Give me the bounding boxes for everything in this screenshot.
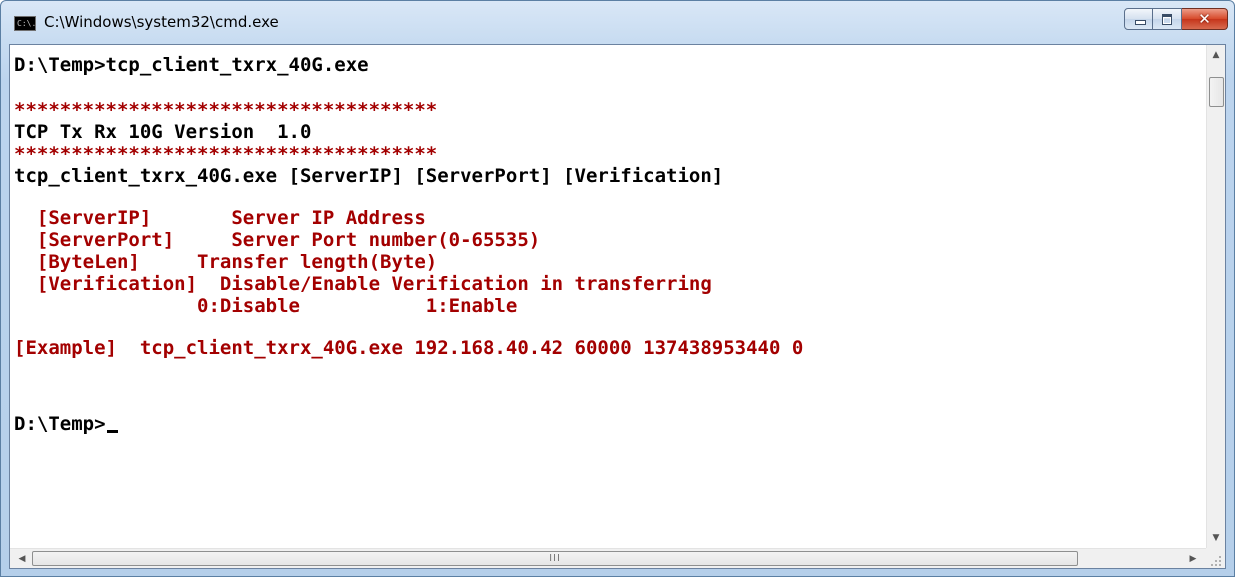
horizontal-scrollbar[interactable]: ◀ III ▶ — [10, 548, 1206, 568]
minimize-button[interactable] — [1124, 8, 1153, 30]
console-line: [Verification] Disable/Enable Verificati… — [14, 273, 712, 295]
console-line: [Example] tcp_client_txrx_40G.exe 192.16… — [14, 337, 804, 359]
cmd-app-icon[interactable]: C:\. — [14, 16, 36, 31]
title-bar[interactable]: C:\. C:\Windows\system32\cmd.exe ✕ — [1, 1, 1234, 44]
close-button[interactable]: ✕ — [1182, 8, 1228, 30]
scroll-right-arrow-icon[interactable]: ▶ — [1188, 554, 1198, 564]
vertical-scroll-thumb[interactable] — [1209, 77, 1224, 107]
scroll-left-arrow-icon[interactable]: ◀ — [17, 554, 27, 564]
text-cursor — [106, 430, 118, 433]
scroll-up-arrow-icon[interactable]: ▲ — [1211, 50, 1221, 60]
maximize-icon — [1162, 14, 1172, 25]
minimize-icon — [1135, 20, 1146, 25]
caption-buttons: ✕ — [1124, 8, 1228, 30]
scroll-down-arrow-icon[interactable]: ▼ — [1211, 533, 1221, 543]
console-line: ************************************* — [14, 99, 438, 121]
console-prompt: D:\Temp> — [14, 413, 106, 435]
console-prompt-line: D:\Temp> — [14, 413, 118, 435]
console-line: [ServerIP] Server IP Address — [14, 207, 426, 229]
maximize-button[interactable] — [1153, 8, 1182, 30]
console-client-area: D:\Temp>tcp_client_txrx_40G.exe ********… — [9, 44, 1226, 569]
vertical-scrollbar[interactable]: ▲ ▼ — [1206, 45, 1225, 548]
window-title: C:\Windows\system32\cmd.exe — [44, 13, 279, 31]
console-line: tcp_client_txrx_40G.exe [ServerIP] [Serv… — [14, 165, 724, 187]
console-line: 0:Disable 1:Enable — [14, 295, 518, 317]
console-line: D:\Temp>tcp_client_txrx_40G.exe — [14, 54, 369, 76]
console-line: [ServerPort] Server Port number(0-65535) — [14, 229, 541, 251]
console-output[interactable]: D:\Temp>tcp_client_txrx_40G.exe ********… — [10, 45, 1206, 548]
console-line: ************************************* — [14, 143, 438, 165]
console-line: TCP Tx Rx 10G Version 1.0 — [14, 121, 312, 143]
console-window: C:\. C:\Windows\system32\cmd.exe ✕ D:\Te… — [0, 0, 1235, 577]
console-line: [ByteLen] Transfer length(Byte) — [14, 251, 438, 273]
horizontal-scroll-thumb[interactable]: III — [32, 551, 1078, 566]
resize-grip-icon[interactable] — [1206, 548, 1225, 568]
close-icon: ✕ — [1198, 10, 1211, 28]
grip-icon: III — [549, 553, 561, 564]
